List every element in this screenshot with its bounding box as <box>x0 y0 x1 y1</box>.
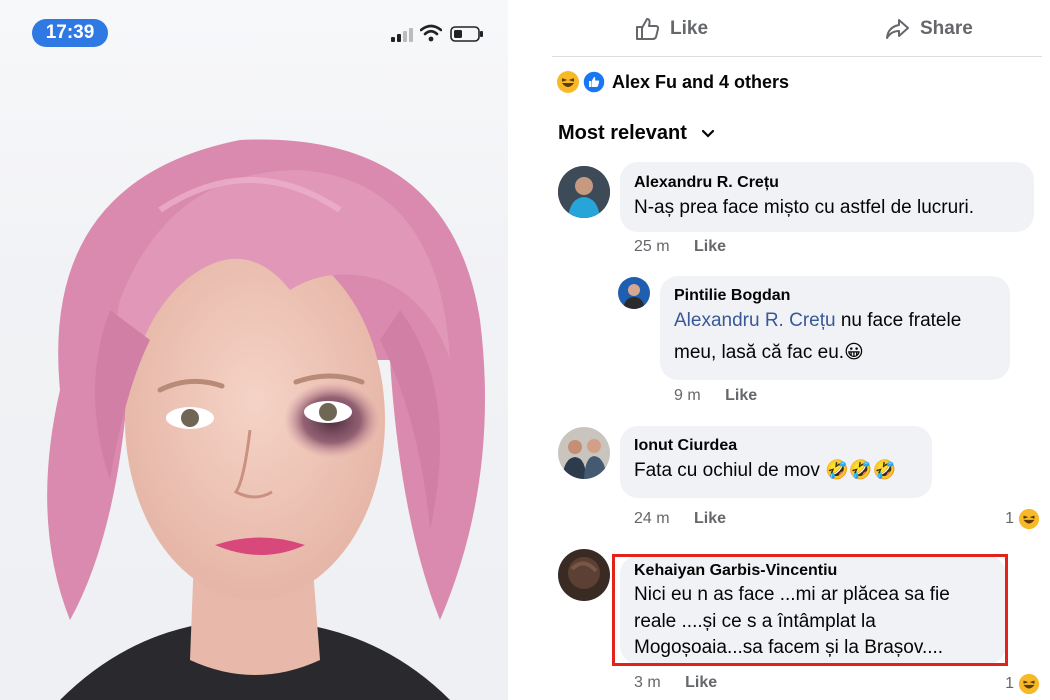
avatar[interactable] <box>558 549 610 601</box>
photo-panel: 17:39 <box>0 0 508 700</box>
share-button-label: Share <box>920 18 973 39</box>
comment-time: 24 m <box>634 510 670 527</box>
share-arrow-icon <box>886 19 909 39</box>
highlight-box <box>612 554 1008 666</box>
comment-text: meu, lasă că fac eu. <box>674 342 845 363</box>
comment-like-link[interactable]: Like <box>694 238 726 255</box>
laugh-reaction-icon <box>1018 508 1040 530</box>
reaction-count: 1 <box>1005 510 1014 527</box>
comment-time: 25 m <box>634 238 670 255</box>
comment-meta: 9 m Like <box>674 387 757 405</box>
reactions-summary[interactable]: Alex Fu and 4 others <box>556 70 789 94</box>
comment-text-line: Alexandru R. Crețu nu face fratele <box>674 305 996 337</box>
comment-text: N-aș prea face mișto cu astfel de lucrur… <box>634 197 975 218</box>
signal-icon <box>391 28 413 42</box>
reaction-count: 1 <box>1005 675 1014 692</box>
status-bar: 17:39 <box>0 0 508 62</box>
comment-text-line: meu, lasă că fac eu.😀 <box>674 337 996 369</box>
rofl-emoji: 🤣🤣🤣 <box>825 460 897 481</box>
comment-text-line: Fata cu ochiul de mov 🤣🤣🤣 <box>634 455 918 487</box>
sort-dropdown[interactable]: Most relevant <box>558 122 715 145</box>
comment-author[interactable]: Ionut Ciurdea <box>634 437 918 455</box>
battery-icon <box>450 26 483 42</box>
laugh-reaction-icon <box>557 71 579 93</box>
comment-time: 9 m <box>674 387 701 404</box>
reaction-names: Alex Fu and 4 others <box>612 71 790 92</box>
divider <box>552 56 1042 57</box>
share-button[interactable]: Share <box>884 16 973 42</box>
sort-label: Most relevant <box>558 122 687 144</box>
like-button-label: Like <box>670 18 709 39</box>
comment-like-link[interactable]: Like <box>685 674 717 691</box>
like-button[interactable]: Like <box>634 16 708 42</box>
avatar[interactable] <box>618 277 650 309</box>
comment-text: nu face fratele <box>835 310 962 331</box>
comment-like-link[interactable]: Like <box>725 387 757 404</box>
portrait-photo <box>47 139 486 700</box>
chevron-down-icon <box>701 129 715 138</box>
comment-author[interactable]: Alexandru R. Crețu <box>634 174 1020 192</box>
comment-text: Fata cu ochiul de mov <box>634 460 820 481</box>
comment-meta: 3 m Like <box>634 674 717 692</box>
thumbs-up-icon <box>636 18 660 40</box>
comment-time: 3 m <box>634 674 661 691</box>
comment-reaction-count[interactable]: 1 <box>1005 508 1040 530</box>
comment-meta: 25 m Like <box>634 238 726 256</box>
reply-bubble: Pintilie Bogdan Alexandru R. Crețu nu fa… <box>660 276 1010 380</box>
comment-author[interactable]: Pintilie Bogdan <box>674 287 996 305</box>
like-reaction-icon <box>582 70 606 94</box>
comment-bubble: Ionut Ciurdea Fata cu ochiul de mov 🤣🤣🤣 <box>620 426 932 498</box>
comment-meta: 24 m Like <box>634 510 726 528</box>
comment-bubble: Alexandru R. Crețu N-aș prea face mișto … <box>620 162 1034 232</box>
status-time: 17:39 <box>32 19 108 47</box>
comment-reaction-count[interactable]: 1 <box>1005 673 1040 695</box>
grinning-emoji: 😀 <box>844 342 864 363</box>
laugh-reaction-icon <box>1018 673 1040 695</box>
avatar[interactable] <box>558 166 610 218</box>
wifi-icon <box>420 24 442 42</box>
mention-link[interactable]: Alexandru R. Crețu <box>674 310 836 331</box>
comment-feed: Like Share Alex Fu and 4 others Most rel… <box>538 0 1050 700</box>
comment-like-link[interactable]: Like <box>694 510 726 527</box>
avatar[interactable] <box>558 427 610 479</box>
